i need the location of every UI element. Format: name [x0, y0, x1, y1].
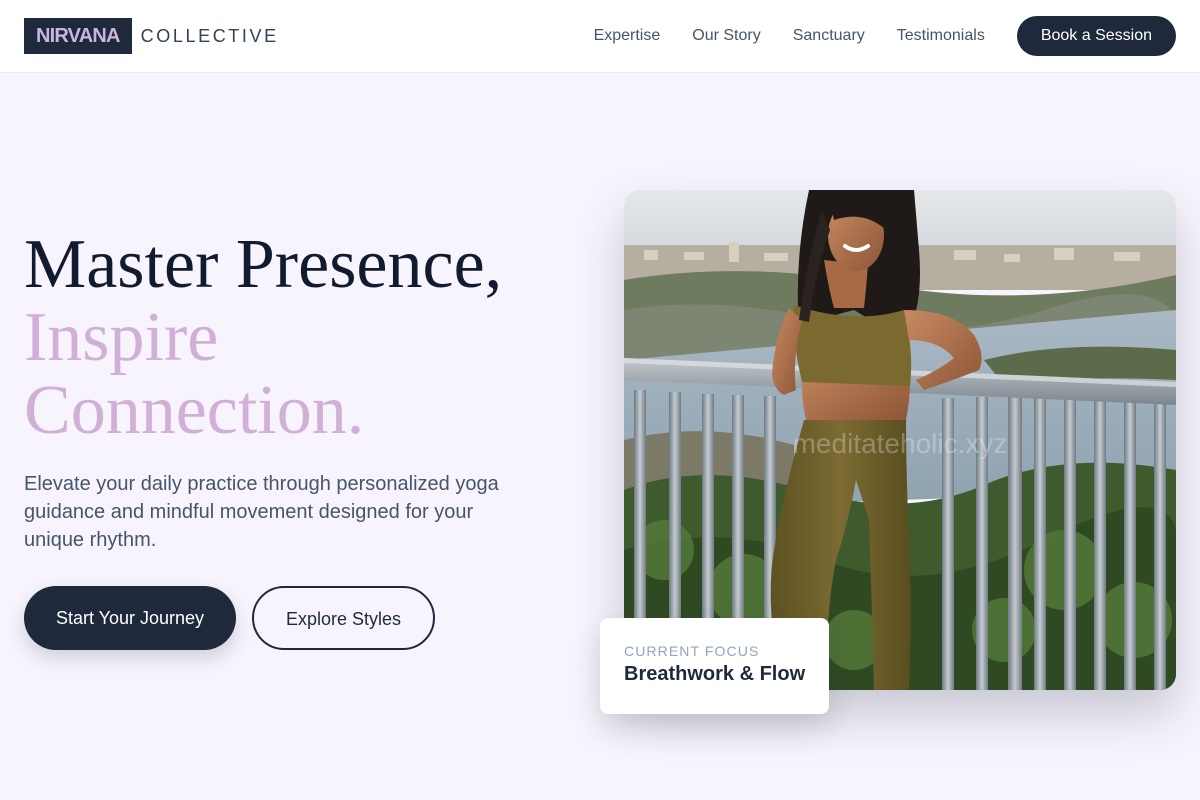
- site-header: NIRVANA COLLECTIVE Expertise Our Story S…: [0, 0, 1200, 72]
- nav-link-expertise[interactable]: Expertise: [594, 27, 661, 45]
- brand-logo[interactable]: NIRVANA COLLECTIVE: [24, 18, 279, 54]
- hero-title-line-2: Inspire: [24, 299, 219, 376]
- hero-description: Elevate your daily practice through pers…: [24, 473, 499, 551]
- photo-watermark: meditateholic.xyz: [793, 428, 1008, 459]
- nav-link-sanctuary[interactable]: Sanctuary: [793, 27, 865, 45]
- brand-logo-mark: NIRVANA: [24, 18, 132, 54]
- main-nav: Expertise Our Story Sanctuary Testimonia…: [594, 16, 1176, 56]
- hero-title: Master Presence, Inspire Connection.: [24, 228, 502, 447]
- nav-link-our-story[interactable]: Our Story: [692, 27, 760, 45]
- hero-title-line-1: Master Presence,: [24, 226, 503, 303]
- hero-photo: meditateholic.xyz: [624, 190, 1176, 690]
- nav-link-testimonials[interactable]: Testimonials: [897, 27, 985, 45]
- current-focus-label: CURRENT FOCUS: [624, 643, 760, 659]
- start-journey-button[interactable]: Start Your Journey: [24, 586, 236, 650]
- hero-photo-illustration: meditateholic.xyz: [624, 190, 1176, 690]
- current-focus-title: Breathwork & Flow: [624, 663, 806, 685]
- current-focus-card: CURRENT FOCUS Breathwork & Flow: [600, 618, 829, 714]
- explore-styles-button[interactable]: Explore Styles: [252, 586, 435, 650]
- hero-title-line-3: Connection.: [24, 372, 365, 449]
- brand-logo-text: COLLECTIVE: [140, 25, 279, 46]
- book-session-button[interactable]: Book a Session: [1016, 16, 1176, 56]
